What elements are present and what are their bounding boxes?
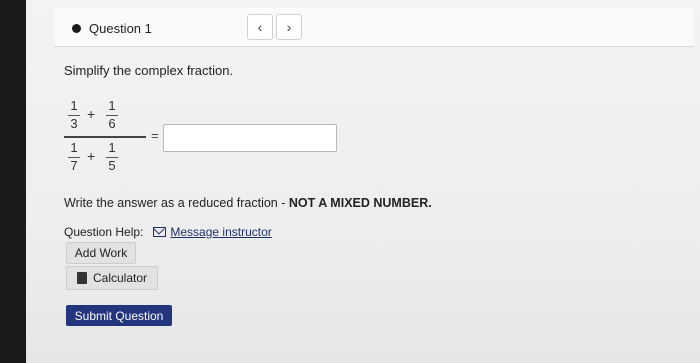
- message-instructor-label: Message instructor: [170, 225, 272, 239]
- plus-sign: +: [87, 148, 96, 164]
- instruction-text: Write the answer as a reduced fraction -: [64, 196, 289, 210]
- plus-sign: +: [87, 106, 96, 122]
- status-dot-icon: [72, 23, 81, 33]
- answer-input[interactable]: [163, 124, 337, 152]
- submit-question-button[interactable]: Submit Question: [66, 305, 172, 326]
- equals-sign: =: [151, 128, 159, 143]
- numerator-2: 1: [108, 98, 116, 113]
- answer-instruction: Write the answer as a reduced fraction -…: [64, 196, 432, 210]
- denominator-1: 3: [70, 116, 78, 131]
- numerator-1: 1: [70, 98, 78, 113]
- numerator-4: 1: [108, 140, 116, 155]
- question-label: Question 1: [89, 20, 152, 36]
- denominator-4: 5: [108, 158, 116, 173]
- prev-question-button[interactable]: ‹: [247, 14, 273, 40]
- submit-label: Submit Question: [74, 308, 164, 323]
- denominator-3: 7: [70, 158, 78, 173]
- screen: Question 1 ▼ ‹ › Simplify the complex fr…: [26, 0, 700, 363]
- instruction-emphasis: NOT A MIXED NUMBER.: [288, 196, 432, 210]
- calculator-label: Calculator: [92, 271, 148, 285]
- numerator-3: 1: [70, 140, 78, 155]
- next-question-button[interactable]: ›: [276, 14, 302, 40]
- question-prompt: Simplify the complex fraction.: [64, 63, 234, 78]
- question-selector[interactable]: Question 1 ▼: [72, 16, 266, 40]
- calculator-icon: [76, 272, 87, 284]
- help-label: Question Help:: [64, 225, 144, 239]
- envelope-icon: [153, 227, 167, 237]
- message-instructor-link[interactable]: Message instructor: [153, 225, 272, 239]
- question-toolbar: Question 1 ▼ ‹ ›: [54, 8, 694, 47]
- main-fraction-bar: [64, 136, 146, 138]
- add-work-button[interactable]: Add Work: [66, 242, 136, 264]
- question-help: Question Help: Message instructor: [64, 225, 272, 239]
- add-work-label: Add Work: [74, 246, 128, 260]
- calculator-button[interactable]: Calculator: [66, 266, 158, 290]
- denominator-2: 6: [108, 116, 116, 131]
